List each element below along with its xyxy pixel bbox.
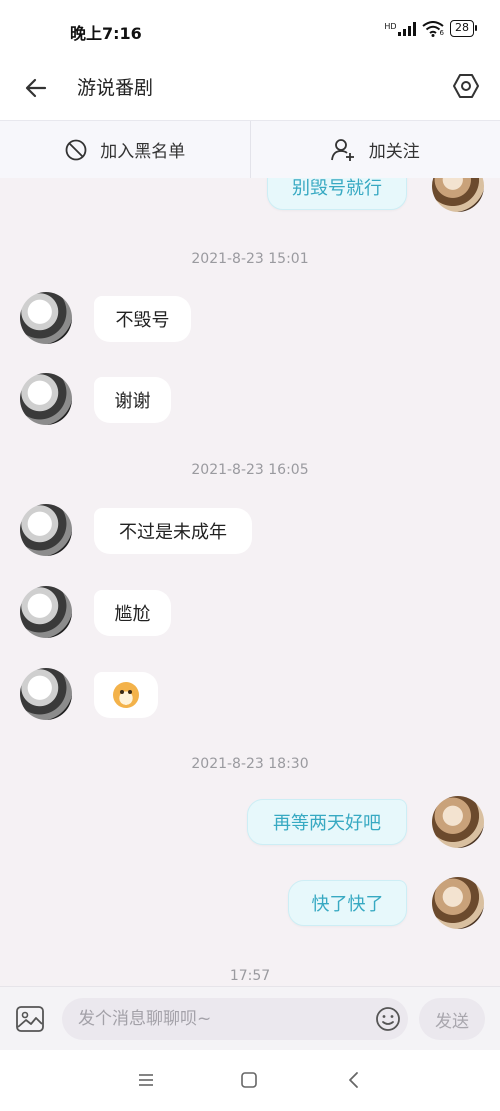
follow-button[interactable]: 加关注: [251, 121, 500, 178]
back-arrow-icon: [25, 78, 47, 98]
input-bar: 发送: [0, 986, 500, 1050]
block-button[interactable]: 加入黑名单: [0, 121, 250, 178]
image-icon: [16, 1006, 44, 1032]
message-input[interactable]: [62, 998, 408, 1040]
settings-hexagon-icon: [453, 74, 479, 98]
avatar-contact[interactable]: [20, 586, 72, 638]
battery-level: 28: [455, 21, 469, 34]
wifi-icon: 6: [421, 20, 444, 37]
status-bar: 晚上7:16 HD 6 28: [0, 0, 500, 60]
follow-label: 加关注: [368, 142, 420, 162]
home-square-icon: [241, 1072, 257, 1088]
status-time: 晚上7:16: [70, 24, 142, 43]
timestamp: 2021-8-23 18:30: [191, 756, 309, 772]
message-bubble-received[interactable]: 不毁号: [94, 296, 191, 342]
wifi-badge: 6: [439, 28, 444, 37]
message-bubble-sent[interactable]: 快了快了: [288, 880, 407, 926]
system-nav-bar: [0, 1050, 500, 1111]
message-text: 别毁号就行: [292, 178, 382, 199]
avatar-contact[interactable]: [20, 292, 72, 344]
avatar-contact[interactable]: [20, 373, 72, 425]
app-header: 游说番剧: [0, 60, 500, 120]
status-icons: HD 6 28: [384, 20, 477, 37]
message-text: 快了快了: [311, 894, 384, 915]
message-text: 尴尬: [114, 604, 151, 625]
message-bubble-sent[interactable]: 别毁号就行: [267, 178, 407, 210]
timestamp: 2021-8-23 15:01: [191, 251, 309, 267]
timestamp: 17:57: [229, 968, 271, 984]
avatar-self[interactable]: [432, 877, 484, 929]
doge-emoji-icon: [113, 682, 139, 708]
send-button[interactable]: 发送: [419, 998, 485, 1040]
message-text: 谢谢: [114, 391, 151, 412]
message-text: 再等两天好吧: [273, 813, 381, 834]
message-bubble-received[interactable]: 谢谢: [94, 377, 171, 423]
add-user-icon: [330, 138, 354, 161]
signal-icon: HD: [384, 21, 416, 36]
action-bar: 加入黑名单 加关注: [0, 120, 500, 179]
nav-back-button[interactable]: [334, 1064, 374, 1096]
menu-button[interactable]: [126, 1064, 166, 1096]
avatar-self[interactable]: [432, 796, 484, 848]
avatar-contact[interactable]: [20, 504, 72, 556]
emoji-button[interactable]: [374, 1005, 402, 1033]
battery-icon: 28: [450, 20, 477, 37]
settings-button[interactable]: [448, 68, 484, 104]
block-icon: [65, 139, 87, 160]
back-chevron-icon: [349, 1072, 358, 1088]
home-button[interactable]: [229, 1064, 269, 1096]
avatar-self[interactable]: [432, 178, 484, 212]
emoji-icon: [376, 1007, 400, 1031]
block-label: 加入黑名单: [100, 142, 186, 162]
menu-icon: [139, 1074, 153, 1086]
back-button[interactable]: [18, 70, 54, 106]
message-bubble-received[interactable]: 尴尬: [94, 590, 171, 636]
network-badge: HD: [384, 21, 397, 31]
timestamp: 2021-8-23 16:05: [191, 462, 309, 478]
message-text: 不毁号: [115, 310, 170, 331]
page-title: 游说番剧: [77, 77, 154, 99]
avatar-contact[interactable]: [20, 668, 72, 720]
chat-area[interactable]: 别毁号就行 2021-8-23 15:01 不毁号 谢谢 2021-8-23 1…: [0, 178, 500, 986]
image-button[interactable]: [14, 1003, 46, 1035]
message-bubble-received[interactable]: 不过是未成年: [94, 508, 252, 554]
message-bubble-sent[interactable]: 再等两天好吧: [247, 799, 407, 845]
message-text: 不过是未成年: [119, 522, 227, 543]
message-bubble-received[interactable]: [94, 672, 158, 718]
